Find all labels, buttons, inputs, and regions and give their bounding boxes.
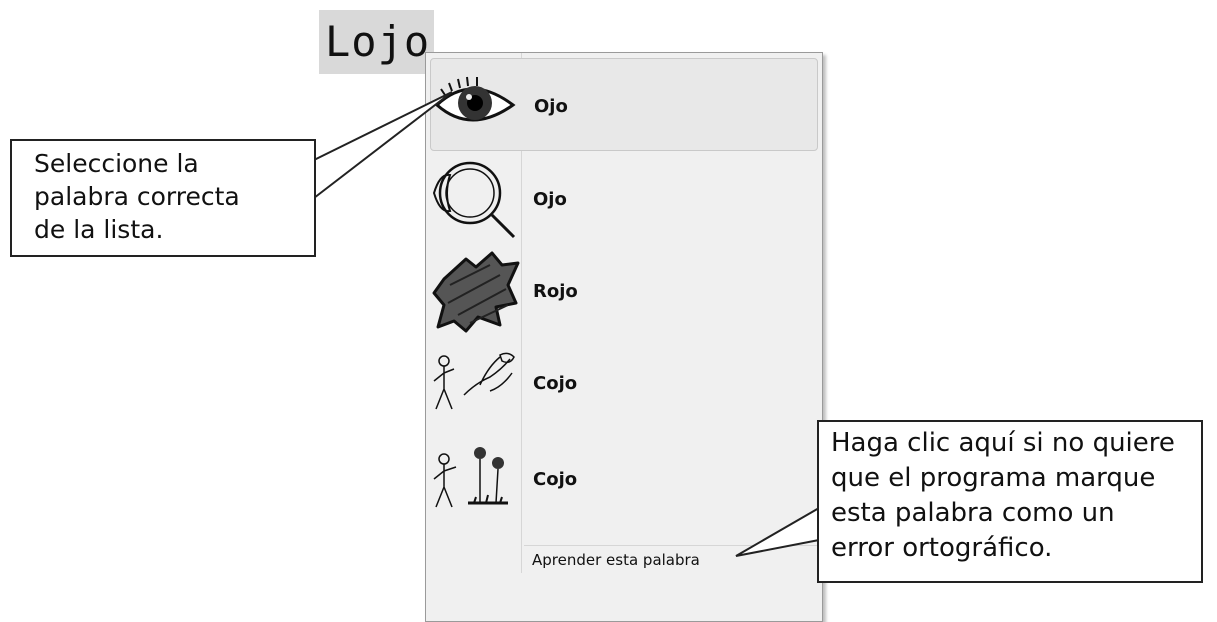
callout-line: Seleccione la [34, 149, 199, 178]
callout-learn-word: Haga clic aquí si no quiere que el progr… [817, 420, 1203, 583]
callout-line: que el programa marque [831, 463, 1156, 493]
callout-line: Haga clic aquí si no quiere [831, 428, 1175, 458]
callout-line: palabra correcta [34, 182, 240, 211]
callout-select-word: Seleccione la palabra correcta de la lis… [10, 139, 316, 257]
callout-line: de la lista. [34, 215, 164, 244]
callout-line: esta palabra como un [831, 498, 1115, 528]
callout-line: error ortográfico. [831, 533, 1053, 563]
